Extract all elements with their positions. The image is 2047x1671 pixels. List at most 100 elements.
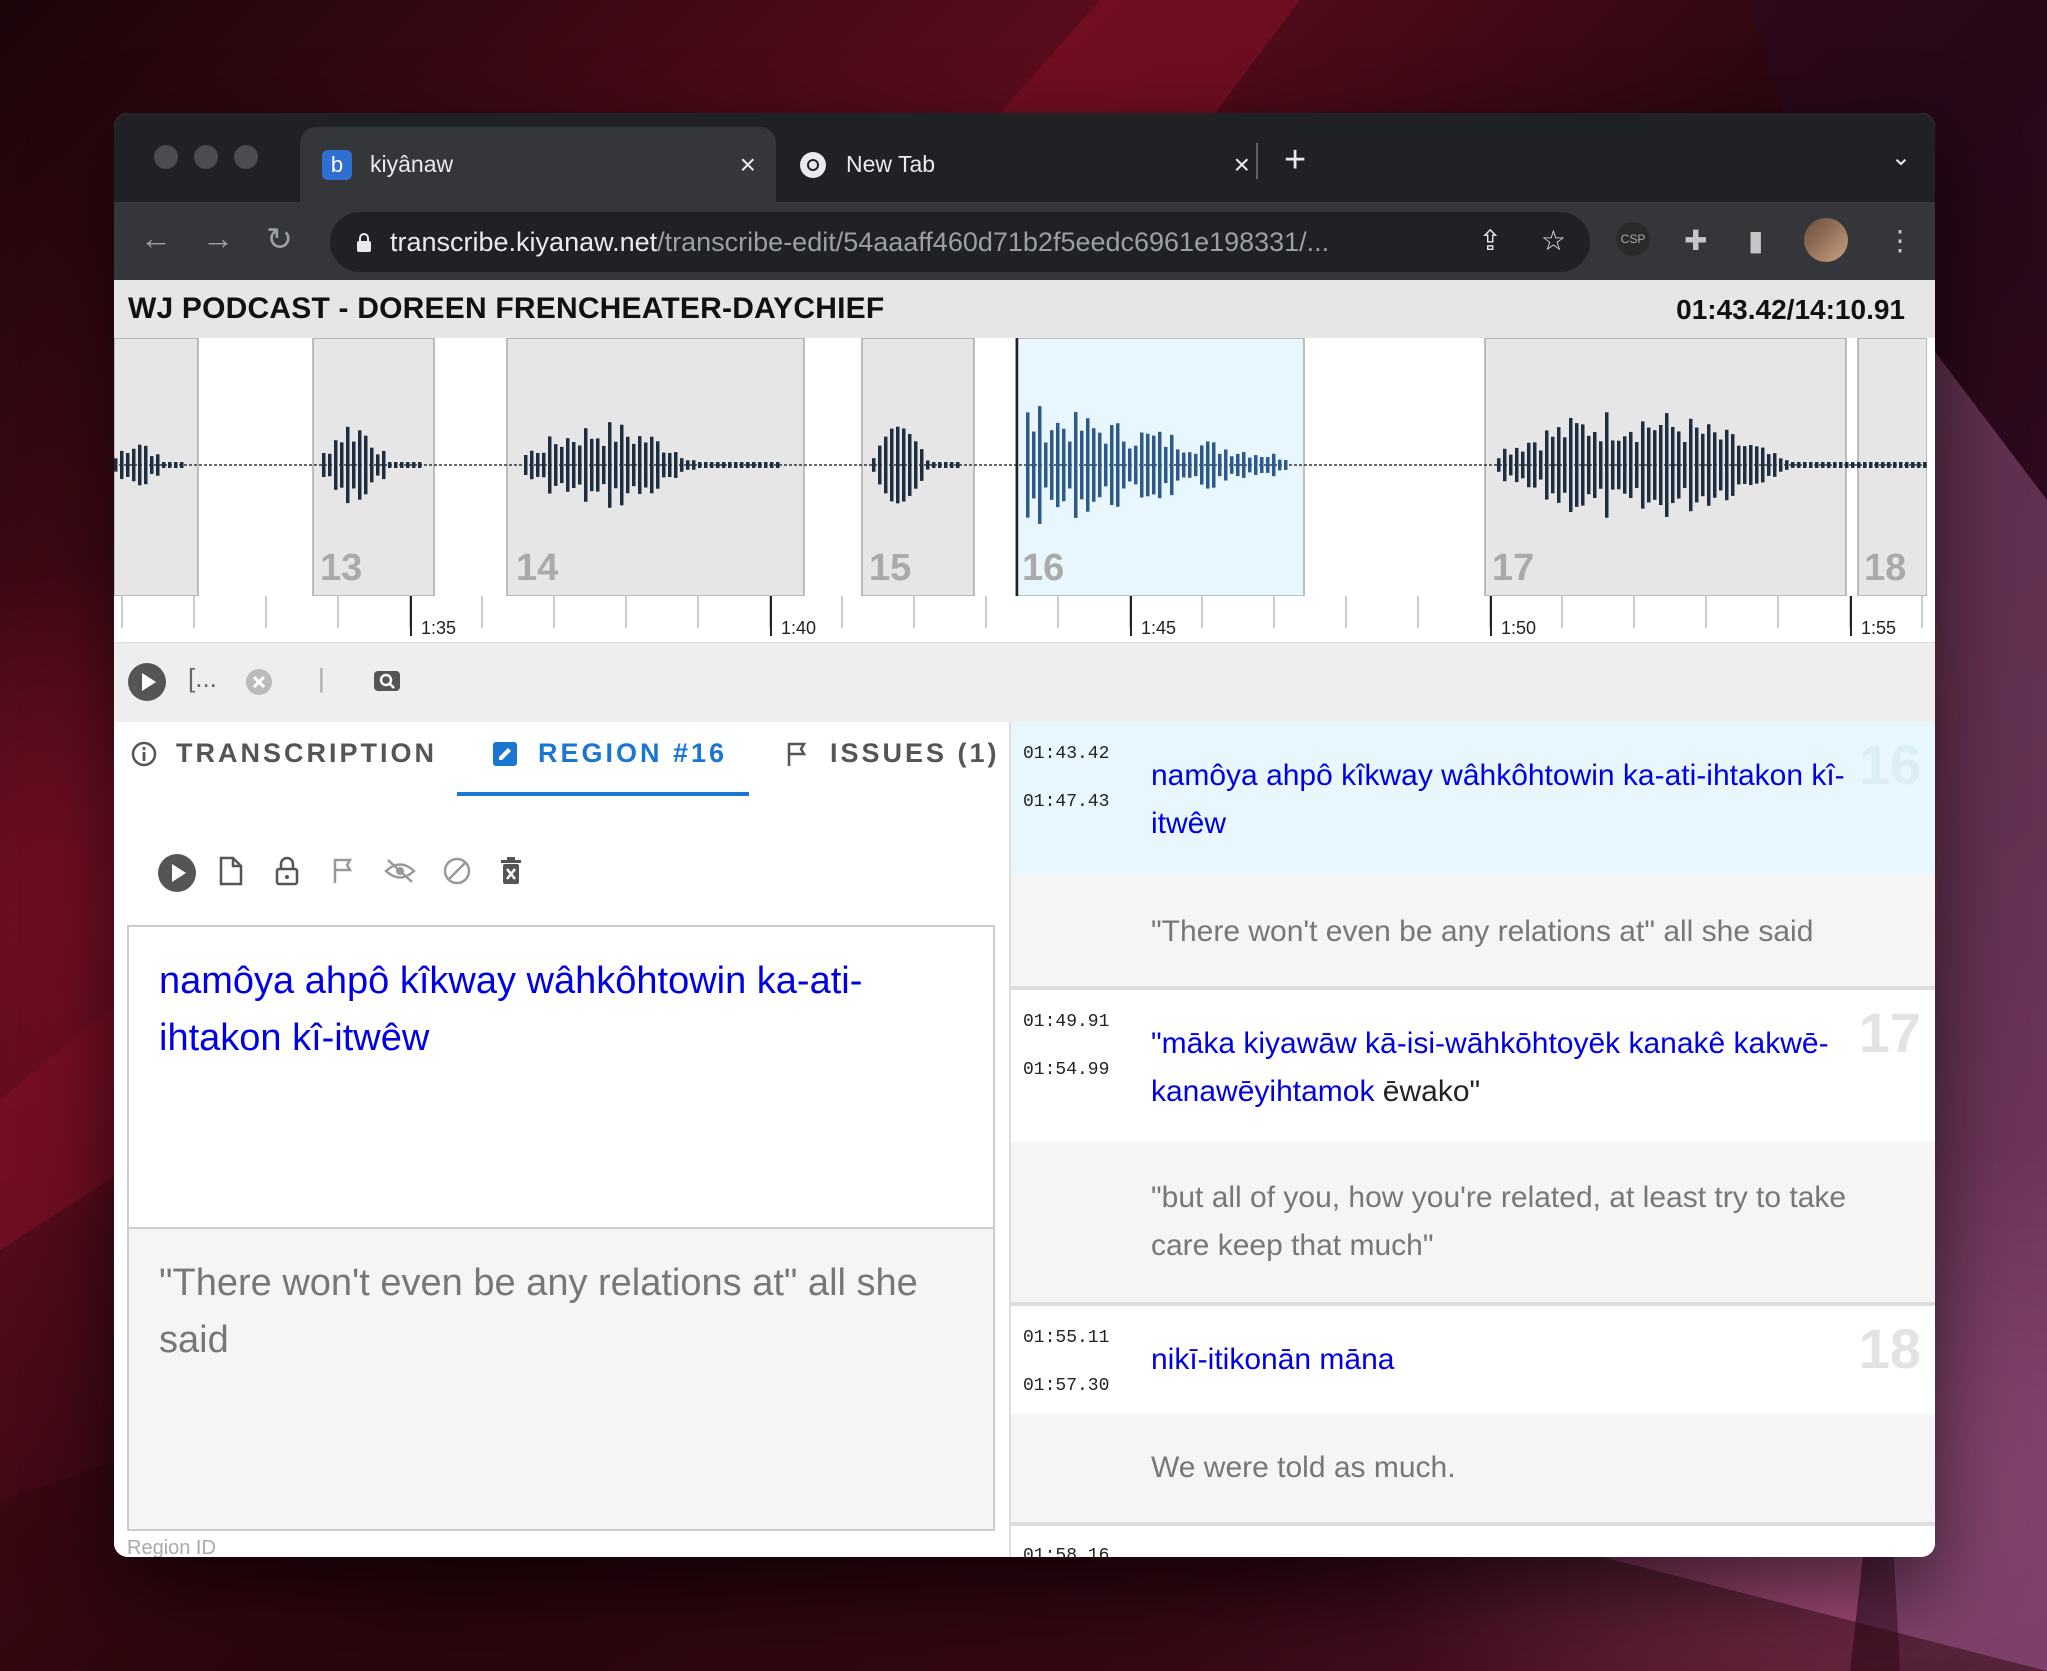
tab-transcription[interactable]: TRANSCRIPTION xyxy=(130,738,437,769)
waveform-bar xyxy=(1629,431,1633,499)
minimize-window-button[interactable] xyxy=(194,145,218,169)
side-panel-icon[interactable]: ▮ xyxy=(1748,224,1763,257)
waveform-bar xyxy=(1881,462,1885,468)
zoom-search-icon[interactable] xyxy=(372,667,402,695)
waveform-bar xyxy=(914,441,918,489)
waveform-bar xyxy=(902,428,906,502)
waveform-bar xyxy=(1893,462,1897,468)
waveform-bar xyxy=(1887,462,1891,468)
waveform-bar xyxy=(1761,447,1765,483)
waveform-bar xyxy=(1110,425,1114,505)
segment-17[interactable]: 01:49.91 01:54.99 17 "māka kiyawāw kā-is… xyxy=(1011,990,1935,1306)
region-text-editor[interactable]: namôya ahpô kîkway wâhkôhtowin ka-ati-ih… xyxy=(127,925,995,1229)
tab-new-tab[interactable]: New Tab × xyxy=(776,127,1270,202)
waveform-bar xyxy=(1593,431,1597,499)
timeline-label: 1:40 xyxy=(781,618,816,638)
csp-extension-icon[interactable]: CSP xyxy=(1616,222,1650,256)
flag-region-icon[interactable] xyxy=(330,856,356,886)
waveform-bar xyxy=(1497,458,1501,472)
flag-icon xyxy=(787,742,807,766)
waveform-bar xyxy=(1218,453,1222,477)
tab-region[interactable]: REGION #16 xyxy=(492,738,727,769)
waveform[interactable]: 13 14 15 16 17 18 xyxy=(114,338,1927,596)
waveform-bar xyxy=(938,462,942,468)
segment-text[interactable]: "māka kiyawāw kā-isi-wāhkōhtoyēk kanakê … xyxy=(1151,1020,1877,1116)
tab-kiyanaw[interactable]: b kiyânaw × xyxy=(300,127,776,202)
back-arrow-icon[interactable]: ← xyxy=(140,220,172,257)
waveform-bar xyxy=(572,441,576,489)
tab-title: kiyânaw xyxy=(370,151,454,177)
waveform-bar xyxy=(1278,459,1282,471)
tab-search-chevron-icon[interactable]: ⌄ xyxy=(1891,143,1911,172)
waveform-bar xyxy=(668,452,672,478)
segment-translation[interactable]: "but all of you, how you're related, at … xyxy=(1151,1174,1877,1270)
block-icon[interactable] xyxy=(442,856,472,886)
waveform-bar xyxy=(590,438,594,492)
forward-arrow-icon[interactable]: → xyxy=(202,220,234,257)
waveform-bar xyxy=(632,443,636,487)
waveform-bar xyxy=(1206,441,1210,489)
delete-icon[interactable] xyxy=(498,856,524,886)
waveform-bar xyxy=(596,438,600,492)
tab-issues[interactable]: ISSUES (1) xyxy=(784,738,1000,769)
new-tab-button[interactable]: + xyxy=(1284,139,1306,182)
segment-text[interactable]: namôya ahpô kîkway wâhkôhtowin ka-ati-ih… xyxy=(1151,752,1877,848)
segment-next[interactable]: 01:58.16 xyxy=(1011,1526,1935,1557)
play-region-icon[interactable] xyxy=(156,852,198,894)
waveform-bar xyxy=(180,462,184,468)
bookmark-star-icon[interactable]: ☆ xyxy=(1541,224,1566,257)
segment-start-time: 01:49.91 xyxy=(1023,1012,1110,1032)
waveform-bar xyxy=(1905,462,1909,468)
segment-start-time: 01:58.16 xyxy=(1023,1546,1110,1557)
waveform-bar xyxy=(932,462,936,468)
segment-translation[interactable]: "There won't even be any relations at" a… xyxy=(1151,908,1877,956)
zoom-window-button[interactable] xyxy=(234,145,258,169)
translation-editor[interactable]: "There won't even be any relations at" a… xyxy=(127,1227,995,1531)
waveform-bar xyxy=(400,462,404,468)
segment-16[interactable]: 01:43.42 01:47.43 16 namôya ahpô kîkway … xyxy=(1011,722,1935,990)
close-tab-icon[interactable]: × xyxy=(1234,149,1250,181)
kiyanaw-favicon: b xyxy=(322,149,352,180)
waveform-bar xyxy=(608,422,612,508)
segment-translation[interactable]: We were told as much. xyxy=(1151,1444,1877,1492)
close-tab-icon[interactable]: × xyxy=(740,149,756,181)
waveform-bar xyxy=(1284,459,1288,471)
waveform-bar xyxy=(358,430,362,500)
region-text: namôya ahpô kîkway wâhkôhtowin ka-ati-ih… xyxy=(159,960,863,1059)
profile-avatar[interactable] xyxy=(1804,218,1848,262)
segment-18[interactable]: 01:55.11 01:57.30 18 nikī-itikonān māna … xyxy=(1011,1306,1935,1526)
segment-end-time: 01:47.43 xyxy=(1023,792,1110,812)
clear-icon[interactable] xyxy=(244,667,274,697)
document-icon[interactable] xyxy=(218,856,244,886)
waveform-bar xyxy=(530,450,534,480)
waveform-bar xyxy=(322,452,326,478)
waveform-bar xyxy=(926,460,930,470)
waveform-bar xyxy=(1869,462,1873,468)
close-window-button[interactable] xyxy=(154,145,178,169)
waveform-bar xyxy=(150,456,154,474)
waveform-bar xyxy=(418,462,422,468)
waveform-bar xyxy=(602,445,606,485)
waveform-bar xyxy=(1815,462,1819,468)
timeline-ruler: 1:35 1:40 1:45 1:50 1:55 xyxy=(114,596,1927,642)
region-label: 14 xyxy=(516,547,558,589)
share-icon[interactable]: ⇪ xyxy=(1479,224,1502,257)
reload-icon[interactable]: ↻ xyxy=(266,220,293,258)
chrome-menu-icon[interactable]: ⋮ xyxy=(1886,224,1914,257)
waveform-bar xyxy=(554,444,558,486)
bracket-button[interactable]: [... xyxy=(188,663,217,694)
waveform-bar xyxy=(1635,442,1639,488)
waveform-bar xyxy=(1056,422,1060,508)
waveform-bar xyxy=(1116,423,1120,507)
extensions-puzzle-icon[interactable]: ✚ xyxy=(1684,224,1707,257)
waveform-bar xyxy=(132,448,136,482)
segment-list: 01:43.42 01:47.43 16 namôya ahpô kîkway … xyxy=(1009,722,1935,1557)
waveform-bar xyxy=(1527,442,1531,488)
segment-text[interactable]: nikī-itikonān māna xyxy=(1151,1336,1877,1384)
eye-off-icon[interactable] xyxy=(384,856,416,886)
play-icon[interactable] xyxy=(126,661,168,703)
lock-open-icon[interactable] xyxy=(274,856,300,886)
waveform-bar xyxy=(1050,430,1054,500)
address-bar[interactable]: transcribe.kiyanaw.net/transcribe-edit/5… xyxy=(330,212,1590,272)
left-panel: TRANSCRIPTION REGION #16 ISSUES (1) namô… xyxy=(114,722,1009,1557)
